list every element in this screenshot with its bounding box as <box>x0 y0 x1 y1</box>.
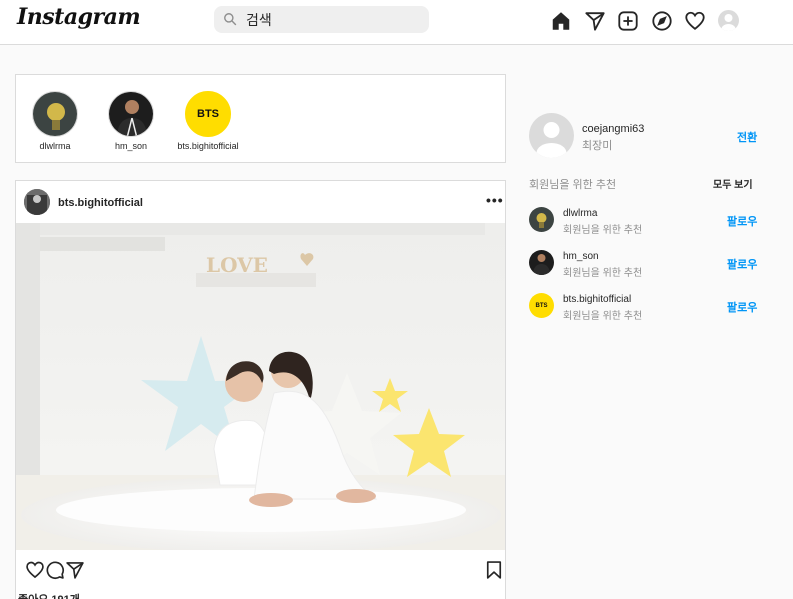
instagram-logo[interactable]: Instagram <box>17 4 141 30</box>
story-item[interactable]: hm_son <box>96 91 166 151</box>
story-item[interactable]: BTS bts.bighitofficial <box>173 91 243 151</box>
suggestion-subtitle: 회원님을 위한 추천 <box>563 225 643 236</box>
story-username: bts.bighitofficial <box>177 141 239 151</box>
suggestion-item: hm_son 회원님을 위한 추천 팔로우 <box>529 250 761 279</box>
bts-logo-avatar[interactable]: BTS <box>529 293 554 318</box>
suggestion-avatar[interactable] <box>529 207 554 232</box>
post-action-bar <box>16 550 505 588</box>
love-sign-text: LOVE <box>206 253 268 277</box>
more-options-icon[interactable]: ••• <box>486 192 504 208</box>
suggestion-item: dlwlrma 회원님을 위한 추천 팔로우 <box>529 207 761 236</box>
search-icon <box>224 13 237 26</box>
current-username[interactable]: coejangmi63 <box>582 123 644 135</box>
likes-count[interactable]: 좋아요 191개 <box>18 591 80 599</box>
suggestions-title: 회원님을 위한 추천 <box>529 179 617 191</box>
post-image[interactable]: LOVE <box>16 223 505 550</box>
bts-logo-avatar: BTS <box>185 91 231 137</box>
like-heart-icon[interactable] <box>25 560 45 580</box>
see-all-button[interactable]: 모두 보기 <box>713 176 753 191</box>
story-avatar <box>32 91 78 137</box>
suggestion-subtitle: 회원님을 위한 추천 <box>563 311 643 322</box>
share-send-icon[interactable] <box>65 560 85 580</box>
home-icon[interactable] <box>550 10 572 32</box>
story-item[interactable]: dlwlrma <box>20 91 90 151</box>
bts-logo-text: BTS <box>535 302 548 309</box>
suggestion-username[interactable]: bts.bighitofficial <box>563 294 631 305</box>
post-header: bts.bighitofficial ••• <box>16 181 505 223</box>
bookmark-icon[interactable] <box>484 560 504 580</box>
suggestion-avatar[interactable] <box>529 250 554 275</box>
follow-button[interactable]: 팔로우 <box>727 256 757 272</box>
story-avatar <box>108 91 154 137</box>
story-username: dlwlrma <box>39 141 71 151</box>
new-post-icon[interactable] <box>617 10 639 32</box>
post-author-avatar[interactable] <box>24 189 50 215</box>
comment-icon[interactable] <box>45 560 65 580</box>
follow-button[interactable]: 팔로우 <box>727 299 757 315</box>
explore-icon[interactable] <box>651 10 673 32</box>
switch-account-button[interactable]: 전환 <box>737 129 757 145</box>
suggestion-username[interactable]: dlwlrma <box>563 208 597 219</box>
suggestion-item: BTS bts.bighitofficial 회원님을 위한 추천 팔로우 <box>529 293 761 322</box>
activity-heart-icon[interactable] <box>684 10 706 32</box>
current-user-fullname: 최장미 <box>582 140 613 152</box>
post-username[interactable]: bts.bighitofficial <box>58 197 143 209</box>
feed-post: bts.bighitofficial ••• LOVE <box>15 180 506 599</box>
bts-logo-text: BTS <box>197 108 219 120</box>
story-username: hm_son <box>114 141 148 151</box>
follow-button[interactable]: 팔로우 <box>727 213 757 229</box>
search-input[interactable] <box>246 10 421 29</box>
current-user-avatar[interactable] <box>529 113 574 158</box>
top-nav-bar: Instagram <box>0 0 793 45</box>
suggestion-username[interactable]: hm_son <box>563 251 599 262</box>
suggestion-subtitle: 회원님을 위한 추천 <box>563 268 643 279</box>
send-icon[interactable] <box>584 10 606 32</box>
profile-avatar-icon[interactable] <box>718 10 739 31</box>
search-box[interactable] <box>214 6 429 33</box>
stories-tray: dlwlrma hm_son BTS bts.bighitofficial <box>15 74 506 163</box>
